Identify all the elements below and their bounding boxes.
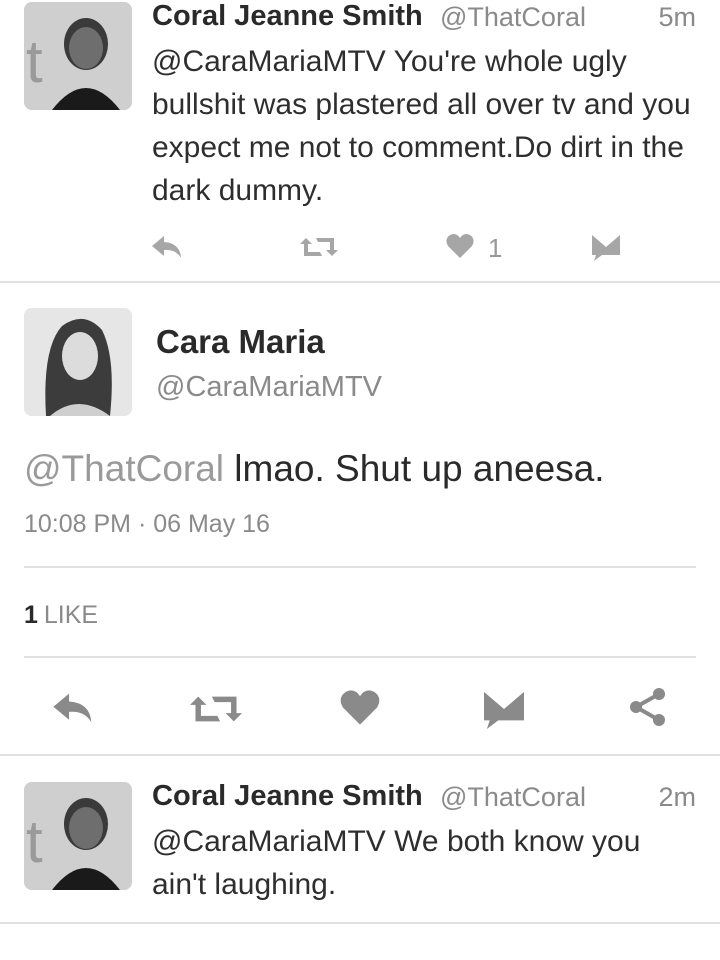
tweet-text: @CaraMariaMTV We both know you ain't lau…: [152, 825, 641, 901]
tweet-time: 2m: [658, 782, 696, 812]
focused-tweet: Cara Maria @CaraMariaMTV @ThatCoral lmao…: [0, 283, 720, 756]
avatar[interactable]: t: [24, 2, 132, 110]
author-name[interactable]: Coral Jeanne Smith: [152, 0, 423, 33]
likes-label: LIKE: [43, 601, 99, 629]
avatar[interactable]: [24, 308, 132, 416]
like-count: 1: [488, 233, 503, 263]
tweet-item[interactable]: t Coral Jeanne Smith @ThatCoral 2m @Cara…: [0, 756, 720, 926]
tweet-text: @ThatCoral lmao. Shut up aneesa.: [24, 448, 605, 490]
author-name[interactable]: Coral Jeanne Smith: [152, 780, 423, 813]
reply-icon[interactable]: [150, 234, 184, 260]
retweet-icon[interactable]: [300, 234, 338, 260]
divider: [0, 922, 720, 924]
svg-text:t: t: [26, 808, 43, 875]
reply-icon[interactable]: [50, 691, 96, 725]
envelope-icon[interactable]: [592, 233, 620, 261]
share-icon[interactable]: [628, 687, 668, 727]
tweet-item[interactable]: t Coral Jeanne Smith @ThatCoral 5m @Cara…: [0, 0, 720, 283]
avatar[interactable]: t: [24, 782, 132, 890]
author-handle[interactable]: @ThatCoral: [440, 2, 586, 33]
author-handle[interactable]: @ThatCoral: [440, 782, 586, 813]
heart-icon[interactable]: [340, 689, 380, 726]
tweet-time: 5m: [658, 2, 696, 32]
tweet-body: lmao. Shut up aneesa.: [224, 448, 605, 489]
svg-text:t: t: [26, 28, 43, 95]
mention-link[interactable]: @ThatCoral: [24, 448, 224, 489]
divider: [24, 656, 696, 658]
retweet-icon[interactable]: [190, 691, 242, 727]
divider: [24, 566, 696, 568]
heart-icon[interactable]: [446, 233, 474, 259]
author-handle[interactable]: @CaraMariaMTV: [156, 371, 382, 404]
tweet-timestamp: 10:08 PM · 06 May 16: [24, 510, 270, 538]
likes-count: 1: [24, 601, 38, 629]
envelope-icon[interactable]: [484, 689, 524, 729]
author-name[interactable]: Cara Maria: [156, 323, 325, 361]
likes-summary[interactable]: 1 LIKE: [24, 601, 98, 630]
tweet-text: @CaraMariaMTV You're whole ugly bullshit…: [152, 45, 691, 207]
